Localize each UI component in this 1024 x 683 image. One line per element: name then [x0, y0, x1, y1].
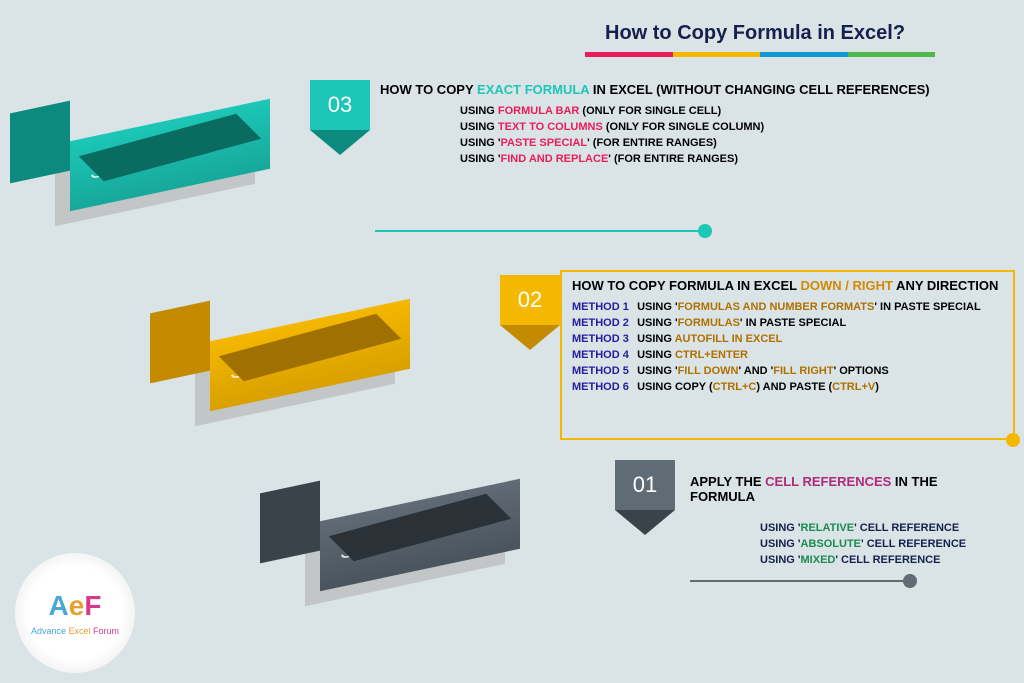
step-2-item: METHOD 4 USING CTRL+ENTER	[572, 349, 1003, 361]
step-2-arrow	[500, 325, 560, 350]
logo-art: AeF	[49, 590, 102, 622]
step-1-dot	[903, 574, 917, 588]
step-3-number: 03	[310, 80, 370, 130]
step-3-content: HOW TO COPY EXACT FORMULA IN EXCEL (WITH…	[370, 76, 1010, 175]
step-2-dot	[1006, 433, 1020, 447]
step-3-dot	[698, 224, 712, 238]
step-2-item: METHOD 3 USING AUTOFILL IN EXCEL	[572, 333, 1003, 345]
step-3-arrow	[310, 130, 370, 155]
page-title: How to Copy Formula in Excel?	[605, 22, 905, 45]
step-2-item: METHOD 6 USING COPY (CTRL+C) AND PASTE (…	[572, 381, 1003, 393]
step-2-item: METHOD 1 USING 'FORMULAS AND NUMBER FORM…	[572, 301, 1003, 313]
step-3-item: USING TEXT TO COLUMNS (ONLY FOR SINGLE C…	[460, 121, 1000, 133]
step-3-item: USING 'FIND AND REPLACE' (FOR ENTIRE RAN…	[460, 153, 1000, 165]
step-1-heading: APPLY THE CELL REFERENCES IN THE FORMULA	[690, 474, 1000, 504]
step-1-item: USING 'MIXED' CELL REFERENCE	[760, 554, 1000, 566]
step-3-underline	[375, 230, 705, 232]
logo: AeF Advance Excel Forum	[15, 553, 135, 673]
step-2-item: METHOD 5 USING 'FILL DOWN' AND 'FILL RIG…	[572, 365, 1003, 377]
rainbow-divider	[585, 52, 935, 57]
step-2-content: HOW TO COPY FORMULA IN EXCEL DOWN / RIGH…	[560, 270, 1015, 440]
step-1-item: USING 'ABSOLUTE' CELL REFERENCE	[760, 538, 1000, 550]
logo-text: Advance Excel Forum	[31, 626, 119, 636]
step-1-content: APPLY THE CELL REFERENCES IN THE FORMULA…	[680, 468, 1010, 576]
step-3-heading: HOW TO COPY EXACT FORMULA IN EXCEL (WITH…	[380, 82, 1000, 97]
step-1-underline	[690, 580, 910, 582]
step-2-number: 02	[500, 275, 560, 325]
step-1-number: 01	[615, 460, 675, 510]
step-3-item: USING 'PASTE SPECIAL' (FOR ENTIRE RANGES…	[460, 137, 1000, 149]
step-2-item: METHOD 2 USING 'FORMULAS' IN PASTE SPECI…	[572, 317, 1003, 329]
step-3-item: USING FORMULA BAR (ONLY FOR SINGLE CELL)	[460, 105, 1000, 117]
step-2-heading: HOW TO COPY FORMULA IN EXCEL DOWN / RIGH…	[572, 278, 1003, 293]
step-1-arrow	[615, 510, 675, 535]
step-1-item: USING 'RELATIVE' CELL REFERENCE	[760, 522, 1000, 534]
